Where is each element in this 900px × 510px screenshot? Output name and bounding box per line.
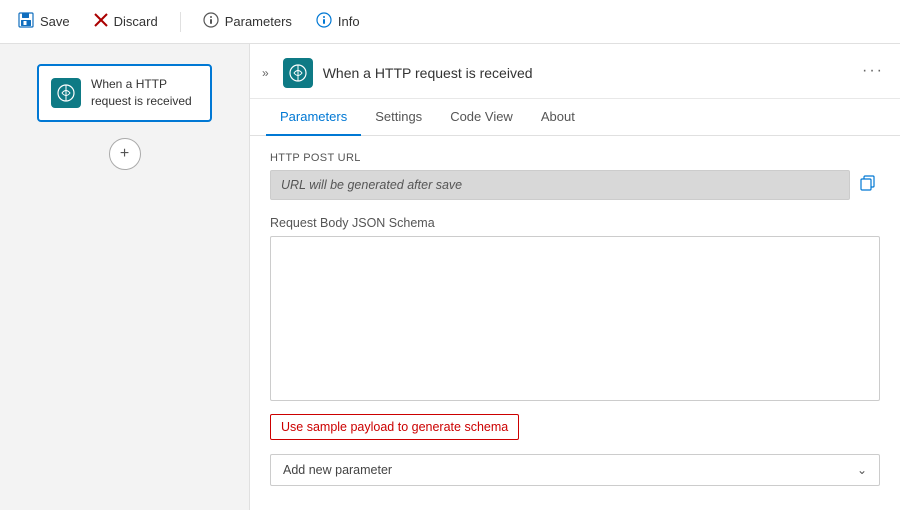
tab-settings[interactable]: Settings xyxy=(361,99,436,136)
node-icon xyxy=(51,78,81,108)
add-param-label: Add new parameter xyxy=(283,463,392,477)
tabs: Parameters Settings Code View About xyxy=(250,99,900,136)
url-field: URL will be generated after save xyxy=(270,170,880,200)
node-label: When a HTTP request is received xyxy=(91,76,198,110)
right-panel-title: When a HTTP request is received xyxy=(323,65,533,81)
parameters-label: Parameters xyxy=(225,14,292,29)
tab-code-view[interactable]: Code View xyxy=(436,99,527,136)
save-label: Save xyxy=(40,14,70,29)
http-post-url-label: HTTP POST URL xyxy=(270,152,880,164)
plus-icon: + xyxy=(120,145,129,163)
parameters-icon xyxy=(203,12,219,31)
info-button[interactable]: Info xyxy=(314,8,362,35)
generate-schema-link[interactable]: Use sample payload to generate schema xyxy=(270,414,519,440)
discard-icon xyxy=(94,13,108,30)
tab-parameters[interactable]: Parameters xyxy=(266,99,361,136)
save-button[interactable]: Save xyxy=(16,8,72,35)
url-input: URL will be generated after save xyxy=(270,170,850,200)
save-icon xyxy=(18,12,34,31)
chevron-down-icon: ⌄ xyxy=(857,463,867,477)
add-step-button[interactable]: + xyxy=(109,138,141,170)
schema-textarea[interactable] xyxy=(270,236,880,401)
collapse-button[interactable]: » xyxy=(262,66,269,80)
schema-label: Request Body JSON Schema xyxy=(270,216,880,230)
url-placeholder-text: URL will be generated after save xyxy=(281,178,462,192)
discard-button[interactable]: Discard xyxy=(92,9,160,34)
right-header: » When a HTTP request is received ··· xyxy=(250,44,900,99)
discard-label: Discard xyxy=(114,14,158,29)
toolbar: Save Discard Parameters xyxy=(0,0,900,44)
tab-about[interactable]: About xyxy=(527,99,589,136)
node-card[interactable]: When a HTTP request is received xyxy=(37,64,212,122)
content-area: HTTP POST URL URL will be generated afte… xyxy=(250,136,900,510)
more-options-button[interactable]: ··· xyxy=(862,62,884,80)
add-parameter-dropdown[interactable]: Add new parameter ⌄ xyxy=(270,454,880,486)
parameters-button[interactable]: Parameters xyxy=(201,8,294,35)
main-layout: When a HTTP request is received + » When… xyxy=(0,44,900,510)
toolbar-separator xyxy=(180,12,181,32)
right-panel: » When a HTTP request is received ··· Pa… xyxy=(250,44,900,510)
info-label: Info xyxy=(338,14,360,29)
info-icon xyxy=(316,12,332,31)
copy-url-button[interactable] xyxy=(856,171,880,199)
left-panel: When a HTTP request is received + xyxy=(0,44,250,510)
right-node-icon xyxy=(283,58,313,88)
